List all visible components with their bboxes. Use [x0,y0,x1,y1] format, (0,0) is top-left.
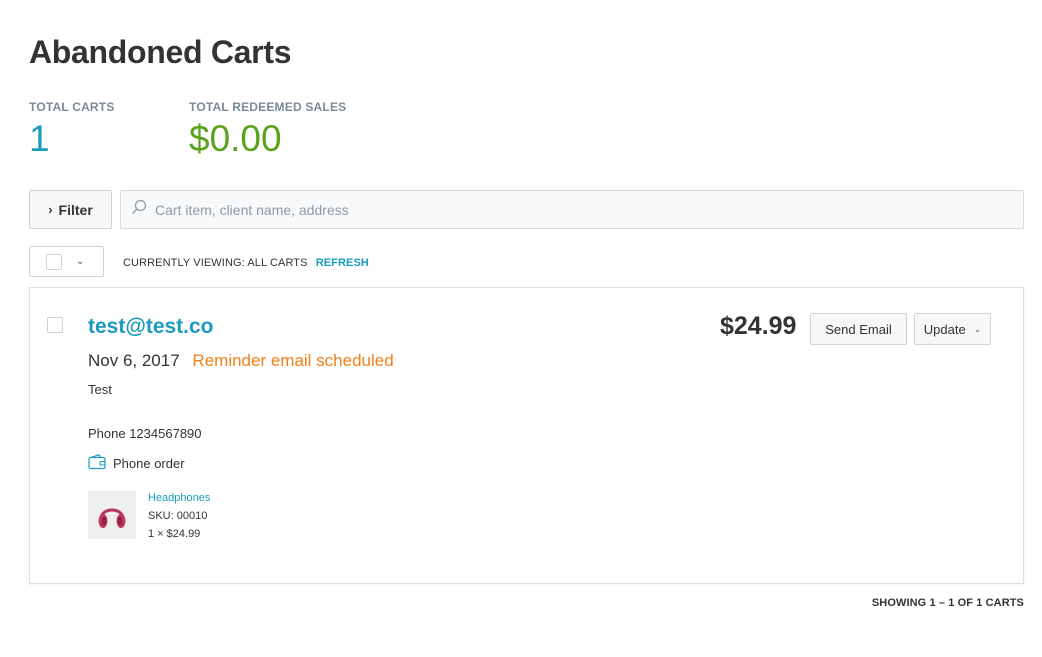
cart-checkbox[interactable] [47,317,63,333]
total-carts-label: TOTAL CARTS [29,100,115,114]
cart-status: Reminder email scheduled [192,351,394,370]
bulk-select-dropdown[interactable]: ⌄ [29,246,104,277]
cart-card: test@test.co Nov 6, 2017 Reminder email … [29,287,1024,584]
cart-item-sku: SKU: 00010 [148,510,208,522]
page-title: Abandoned Carts [29,34,292,70]
search-icon [131,199,147,220]
pagination-summary: SHOWING 1 – 1 OF 1 CARTS [871,597,1024,609]
update-label: Update [923,321,966,337]
filter-label: Filter [58,201,93,218]
chevron-down-icon[interactable]: ⌄ [76,256,84,267]
viewing-status: CURRENTLY VIEWING: ALL CARTS REFRESH [123,257,369,269]
cart-date-line: Nov 6, 2017 Reminder email scheduled [88,351,394,371]
search-input[interactable] [155,201,955,218]
stat-total-sales: TOTAL REDEEMED SALES $0.00 [189,100,346,157]
stat-total-carts: TOTAL CARTS 1 [29,100,115,157]
cart-item-qty-price: 1 × $24.99 [148,528,201,540]
cart-phone: Phone 1234567890 [88,426,202,441]
refresh-link[interactable]: REFRESH [316,257,369,269]
order-type-label: Phone order [113,456,185,471]
update-dropdown-button[interactable]: Update ⌄ [914,313,991,345]
wallet-icon [88,454,106,473]
viewing-text: CURRENTLY VIEWING: ALL CARTS [123,257,308,269]
cart-item-name-link[interactable]: Headphones [148,489,210,507]
cart-email-link[interactable]: test@test.co [88,315,214,339]
headphones-icon [88,491,136,539]
order-type: Phone order [88,454,185,473]
cart-item: Headphones SKU: 00010 1 × $24.99 [88,491,210,543]
select-all-checkbox[interactable] [46,253,62,270]
total-carts-value: 1 [29,118,50,159]
chevron-down-icon: ⌄ [973,323,982,334]
filter-button[interactable]: › Filter [29,190,112,229]
total-sales-label: TOTAL REDEEMED SALES [189,100,347,114]
send-email-button[interactable]: Send Email [810,313,907,345]
chevron-right-icon: › [48,202,53,217]
cart-item-info: Headphones SKU: 00010 1 × $24.99 [148,489,210,543]
search-box [120,190,1024,229]
cart-date: Nov 6, 2017 [88,351,180,370]
cart-total: $24.99 [720,312,797,340]
total-sales-value: $0.00 [189,118,282,159]
cart-note: Test [88,382,112,397]
